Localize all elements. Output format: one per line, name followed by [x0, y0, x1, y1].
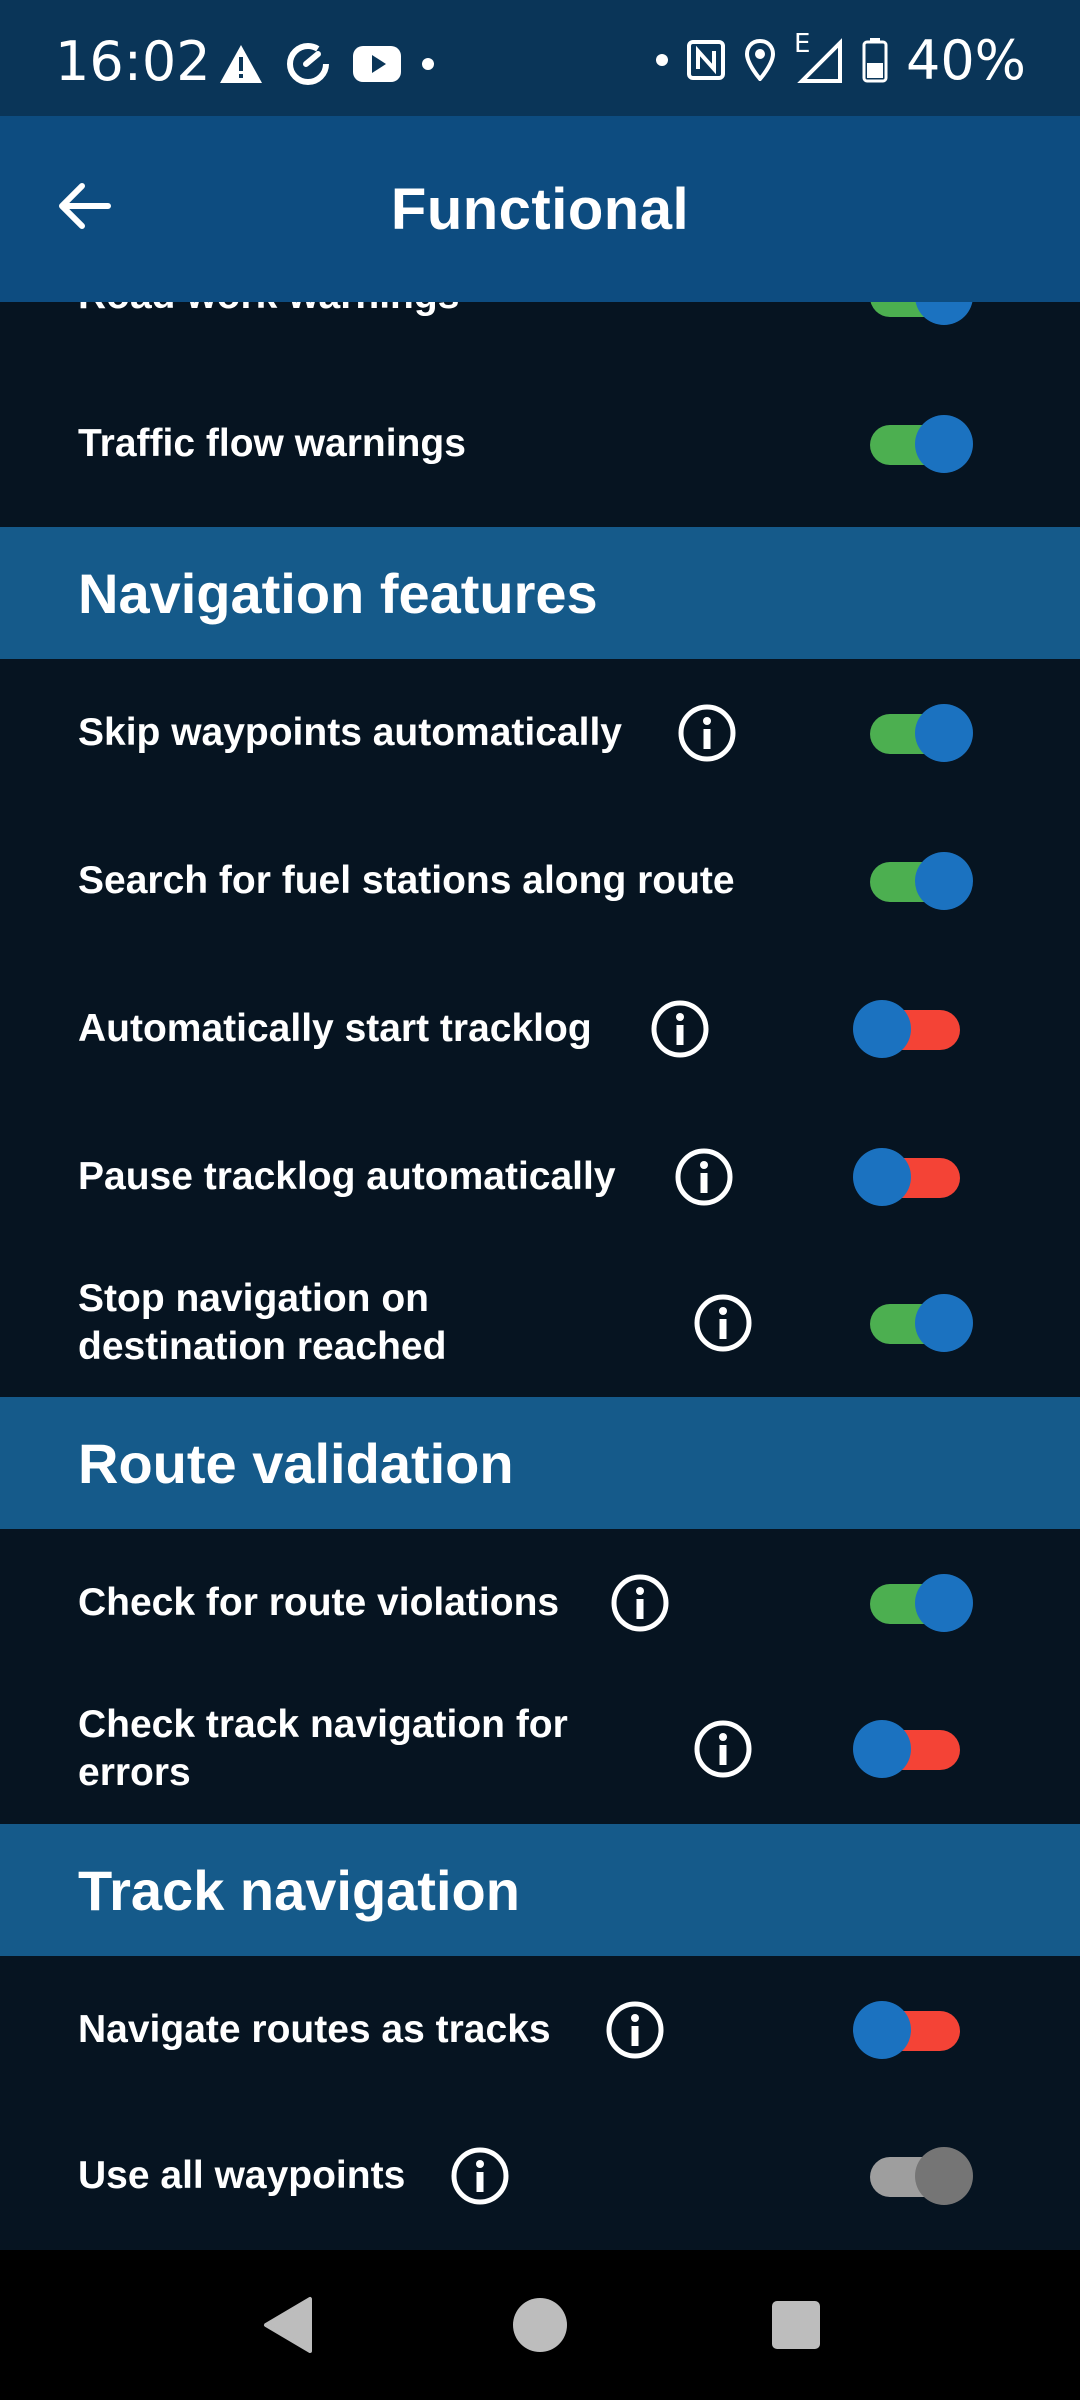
battery-icon [862, 38, 888, 83]
setting-row-pause-tracklog[interactable]: Pause tracklog automatically [0, 1103, 1080, 1251]
road-work-warnings-toggle[interactable] [860, 302, 976, 326]
youtube-icon [353, 46, 401, 82]
setting-label: Check for route violations [78, 1581, 560, 1624]
sync-icon [287, 43, 329, 85]
status-notification-icons [218, 36, 434, 92]
section-header-track-navigation: Track navigation [0, 1824, 1080, 1956]
info-icon[interactable] [674, 1147, 734, 1207]
back-triangle-icon[interactable] [258, 2293, 322, 2357]
setting-row-use-all-waypoints[interactable]: Use all waypoints [0, 2102, 1080, 2250]
setting-row-skip-waypoints[interactable]: Skip waypoints automatically [0, 659, 1080, 807]
setting-label: Navigate routes as tracks [78, 2008, 551, 2051]
section-header-navigation-features: Navigation features [0, 527, 1080, 659]
status-bar: 16:02 E 40% [0, 0, 1080, 116]
back-button[interactable] [44, 166, 124, 246]
setting-row-check-route-violations[interactable]: Check for route violations [0, 1529, 1080, 1677]
setting-row-check-track-errors[interactable]: Check track navigation for errors [0, 1675, 1080, 1823]
setting-label: Check track navigation for errors [78, 1703, 568, 1794]
setting-row-navigate-routes-as-tracks[interactable]: Navigate routes as tracks [0, 1956, 1080, 2104]
setting-label: Stop navigation on destination reached [78, 1277, 447, 1368]
setting-label: Pause tracklog automatically [78, 1155, 616, 1198]
info-icon[interactable] [610, 1573, 670, 1633]
use-all-waypoints-toggle[interactable] [860, 2146, 976, 2206]
traffic-flow-warnings-toggle[interactable] [860, 414, 976, 474]
setting-label: Search for fuel stations along route [78, 859, 735, 902]
search-fuel-stations-toggle[interactable] [860, 851, 976, 911]
navigate-routes-as-tracks-toggle[interactable] [850, 2000, 966, 2060]
section-title: Route validation [78, 1431, 514, 1495]
warning-icon [220, 45, 262, 83]
info-icon[interactable] [650, 999, 710, 1059]
app-bar: Functional [0, 116, 1080, 302]
skip-waypoints-toggle[interactable] [860, 703, 976, 763]
setting-row-traffic-flow-warnings[interactable]: Traffic flow warnings [0, 370, 1080, 518]
stop-navigation-toggle[interactable] [860, 1293, 976, 1353]
battery-percent: 40% [905, 28, 1026, 92]
page-title: Functional [390, 176, 690, 242]
section-header-route-validation: Route validation [0, 1397, 1080, 1529]
setting-row-auto-start-tracklog[interactable]: Automatically start tracklog [0, 955, 1080, 1103]
setting-label: Traffic flow warnings [78, 422, 466, 465]
setting-label: Road work warnings [78, 302, 459, 370]
info-icon[interactable] [693, 1719, 753, 1779]
setting-label: Use all waypoints [78, 2154, 406, 2197]
system-navigation-bar [0, 2250, 1080, 2400]
info-icon[interactable] [677, 703, 737, 763]
section-title: Track navigation [78, 1858, 520, 1922]
info-icon[interactable] [693, 1293, 753, 1353]
home-circle-icon[interactable] [508, 2293, 572, 2357]
check-route-violations-toggle[interactable] [860, 1573, 976, 1633]
info-icon[interactable] [605, 2000, 665, 2060]
status-time: 16:02 [55, 30, 211, 93]
pause-tracklog-toggle[interactable] [850, 1147, 966, 1207]
setting-label: Automatically start tracklog [78, 1007, 592, 1050]
setting-label: Skip waypoints automatically [78, 711, 622, 754]
setting-row-search-fuel-stations[interactable]: Search for fuel stations along route [0, 807, 1080, 955]
info-icon[interactable] [450, 2146, 510, 2206]
check-track-errors-toggle[interactable] [850, 1719, 966, 1779]
arrow-back-icon [59, 183, 111, 229]
settings-list[interactable]: Road work warnings Traffic flow warnings… [0, 302, 1080, 2250]
auto-start-tracklog-toggle[interactable] [850, 999, 966, 1059]
setting-row-road-work-warnings[interactable]: Road work warnings [0, 302, 1080, 370]
recents-square-icon[interactable] [764, 2293, 828, 2357]
nfc-icon [686, 40, 725, 80]
setting-row-stop-navigation[interactable]: Stop navigation on destination reached [0, 1249, 1080, 1397]
dot-icon [422, 58, 434, 70]
section-title: Navigation features [78, 561, 598, 625]
signal-icon: E [794, 29, 844, 85]
location-icon [744, 39, 775, 81]
status-system-icons: E 40% [655, 28, 1026, 92]
dot-icon [655, 54, 668, 66]
